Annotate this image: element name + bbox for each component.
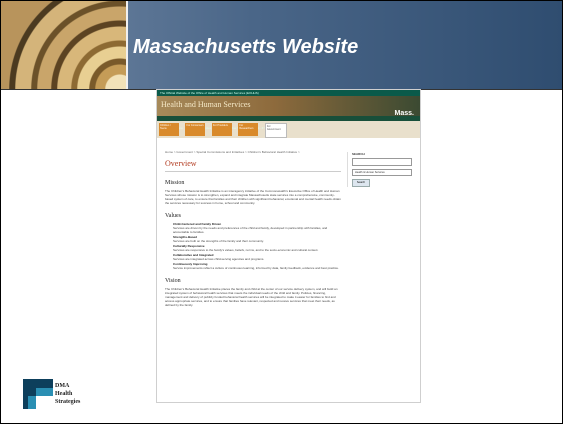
value-text: Services are responsive to the family's … xyxy=(173,248,319,252)
tab-children[interactable]: Children / Teens xyxy=(159,123,179,136)
tab-government[interactable]: For Government xyxy=(264,123,287,138)
values-heading: Values xyxy=(165,213,181,219)
logo-line-1: DMA xyxy=(55,383,70,389)
dma-logo-icon xyxy=(23,379,53,409)
dma-logo-text: DMA Health Strategies xyxy=(55,382,80,406)
tab-researchers[interactable]: For Researchers xyxy=(238,123,259,136)
vision-text: The Children's Behavioral Health Initiat… xyxy=(165,287,338,307)
search-button[interactable]: Search xyxy=(352,179,370,187)
site-main-content: Home > Government > Special Commissions … xyxy=(165,150,341,307)
site-header-name: Health and Human Services xyxy=(161,100,251,109)
values-list: Child-Centered and Family Driven Service… xyxy=(165,222,341,270)
value-text: Services are integrated across child-ser… xyxy=(173,257,265,261)
mass-logo[interactable]: Mass. xyxy=(395,110,414,117)
slide-title: Massachusetts Website xyxy=(133,36,359,58)
logo-line-2: Health xyxy=(55,391,73,397)
site-tabs: Children / Teens For Consumers For Provi… xyxy=(157,121,420,138)
site-sidebar: SEARCH Health & Human Services Search xyxy=(347,152,412,187)
value-text: Services are driven by the needs and pre… xyxy=(173,226,328,234)
mission-heading: Mission xyxy=(165,180,185,186)
search-heading: SEARCH xyxy=(352,152,365,156)
vision-heading: Vision xyxy=(165,278,181,284)
capitol-dome-photo xyxy=(1,1,126,89)
mission-text: The Children's Behavioral Health Initiat… xyxy=(165,189,341,205)
website-screenshot: The Official Website of the Office of He… xyxy=(156,89,421,403)
logo-line-3: Strategies xyxy=(55,399,81,405)
search-scope-select[interactable]: Health & Human Services xyxy=(352,169,412,176)
search-input[interactable] xyxy=(352,158,412,166)
page-heading: Overview xyxy=(165,159,341,172)
tab-consumers[interactable]: For Consumers xyxy=(185,123,206,136)
tab-providers[interactable]: For Providers xyxy=(211,123,232,136)
banner-divider xyxy=(126,1,128,89)
breadcrumb[interactable]: Home > Government > Special Commissions … xyxy=(165,150,341,154)
site-header: Health and Human Services Mass. xyxy=(157,96,420,117)
value-text: Services are built on the strengths of t… xyxy=(173,239,264,243)
value-text: Service improvements reflect a culture o… xyxy=(173,266,339,270)
slide: Massachusetts Website The Official Websi… xyxy=(0,0,563,424)
